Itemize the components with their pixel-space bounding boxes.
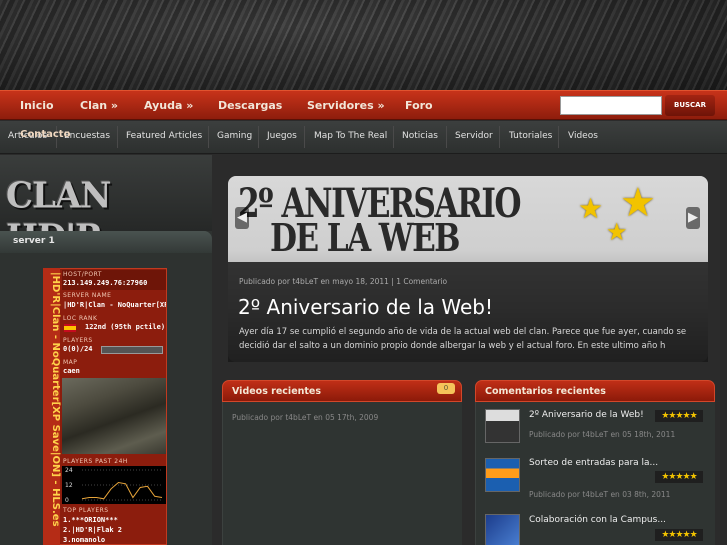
comment-count-badge[interactable]: 0	[437, 383, 455, 394]
comment-meta: Publicado por t4bLeT en 05 18th, 2011	[529, 430, 676, 439]
loc-rank-value: 122nd (95th pctile)	[85, 323, 166, 331]
server-name-label: SERVER NAME	[63, 292, 112, 299]
slider-prev-arrow[interactable]: ◀	[235, 207, 249, 229]
cat-gaming[interactable]: Gaming	[217, 131, 252, 141]
comment-title[interactable]: Sorteo de entradas para la...	[529, 458, 658, 468]
nav-descargas[interactable]: Descargas	[218, 99, 282, 112]
cat-divider	[499, 126, 500, 148]
graph-tick-label: 0	[65, 497, 69, 504]
server-title: server 1	[13, 236, 55, 246]
server-name-value: |HD'R|Clan - NoQuarter[XP	[63, 301, 166, 309]
cat-servidor[interactable]: Servidor	[455, 131, 493, 141]
spain-flag-icon	[64, 324, 76, 332]
host-value: 213.149.249.76:27960	[63, 279, 148, 287]
header-background	[0, 0, 727, 90]
rating-stars: ★★★★★	[655, 529, 703, 541]
videos-panel-body	[222, 402, 462, 545]
nav-servidores[interactable]: Servidores »	[307, 99, 385, 112]
cat-divider	[446, 126, 447, 148]
rating-stars: ★★★★★	[655, 410, 703, 422]
nav-inicio[interactable]: Inicio	[20, 99, 54, 112]
videos-panel-title: Videos recientes	[232, 386, 322, 397]
comment-thumbnail[interactable]	[485, 458, 520, 492]
category-navigation: Articulos Encuestas Featured Articles Ga…	[0, 121, 727, 154]
slider-next-arrow[interactable]: ▶	[686, 207, 700, 229]
comment-thumbnail[interactable]	[485, 514, 520, 545]
cat-divider	[393, 126, 394, 148]
comment-title[interactable]: Colaboración con la Campus...	[529, 515, 666, 525]
clan-logo[interactable]: CLAN HD'R	[0, 155, 212, 231]
search-input[interactable]	[560, 96, 662, 115]
players-bar	[101, 346, 163, 354]
cat-divider	[304, 126, 305, 148]
search-button[interactable]: BUSCAR	[665, 95, 715, 116]
players-graph: 24 12 0	[62, 466, 166, 504]
comments-panel-title: Comentarios recientes	[485, 386, 606, 397]
graph-label: PLAYERS PAST 24H	[63, 458, 128, 465]
logo-text: CLAN HD'R	[6, 175, 111, 231]
cat-encuestas[interactable]: Encuestas	[64, 131, 110, 141]
cat-tutoriales[interactable]: Tutoriales	[509, 131, 552, 141]
nav-contacto[interactable]: Contacto	[20, 129, 70, 140]
host-label: HOST/PORT	[63, 271, 102, 278]
loc-rank-label: LOC RANK	[63, 315, 98, 322]
comment-thumbnail[interactable]	[485, 409, 520, 443]
map-label: MAP	[63, 359, 78, 366]
cat-map-to-the-real[interactable]: Map To The Real	[314, 131, 387, 141]
slide-headline[interactable]: 2º Aniversario de la Web!	[238, 295, 493, 319]
cat-divider	[117, 126, 118, 148]
star-icon: ★	[606, 218, 628, 246]
cat-featured-articles[interactable]: Featured Articles	[126, 131, 202, 141]
nav-foro[interactable]: Foro	[405, 99, 433, 112]
top-players-label: TOP PLAYERS	[63, 507, 109, 514]
cat-juegos[interactable]: Juegos	[267, 131, 297, 141]
slide-excerpt: Ayer día 17 se cumplió el segundo año de…	[239, 327, 687, 351]
cat-noticias[interactable]: Noticias	[402, 131, 438, 141]
players-label: PLAYERS	[63, 337, 93, 344]
top-player-3: 3.nomanolo	[63, 536, 106, 544]
comment-meta: Publicado por t4bLeT en 03 8th, 2011	[529, 490, 671, 499]
cat-videos[interactable]: Videos	[568, 131, 598, 141]
video-meta: Publicado por t4bLeT en 05 17th, 2009	[232, 413, 379, 422]
slide-image-line-2: DE LA WEB	[270, 215, 461, 260]
slide-meta: Publicado por t4bLeT en mayo 18, 2011 | …	[239, 277, 448, 286]
comment-title[interactable]: 2º Aniversario de la Web!	[529, 410, 644, 420]
banner-vertical-text: |HD'R|Clan - NoQuarter[XP Save|ON] - HLS…	[50, 272, 61, 527]
cat-divider	[208, 126, 209, 148]
map-value: caen	[63, 367, 80, 375]
map-screenshot	[62, 378, 166, 454]
graph-tick-label: 12	[65, 482, 73, 489]
cat-divider	[258, 126, 259, 148]
top-player-1: 1.***ORION***	[63, 516, 118, 524]
players-graph-chart: 24 12 0	[65, 467, 163, 504]
players-value: 0(0)/24	[63, 345, 93, 353]
nav-ayuda[interactable]: Ayuda »	[144, 99, 193, 112]
top-player-2: 2.|HD'R|Flak 2	[63, 526, 123, 534]
nav-clan[interactable]: Clan »	[80, 99, 118, 112]
rating-stars: ★★★★★	[655, 471, 703, 483]
cat-divider	[558, 126, 559, 148]
star-icon: ★	[578, 192, 604, 225]
graph-tick-label: 24	[65, 467, 73, 474]
